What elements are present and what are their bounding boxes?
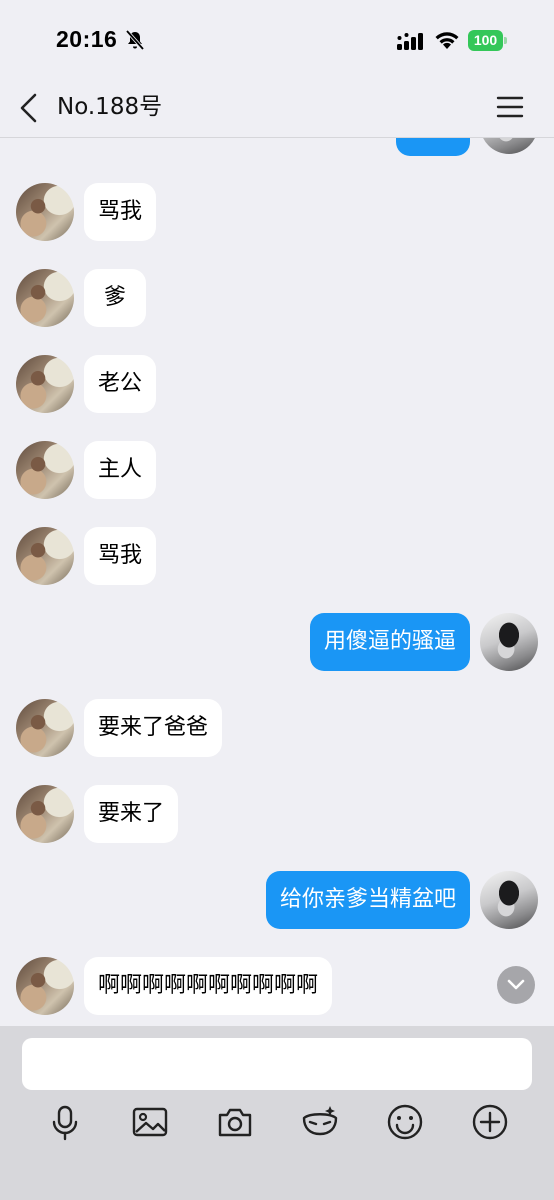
voice-button[interactable] <box>45 1102 85 1142</box>
camera-button[interactable] <box>215 1102 255 1142</box>
avatar[interactable] <box>16 355 74 413</box>
avatar[interactable] <box>16 699 74 757</box>
status-bar: 20:16 100 <box>0 0 554 80</box>
message-input[interactable] <box>22 1038 532 1090</box>
avatar[interactable] <box>16 183 74 241</box>
message-bubble[interactable]: 爹 <box>84 269 147 327</box>
avatar[interactable] <box>16 785 74 843</box>
message-bubble[interactable]: 给你亲爹当精盆吧 <box>265 871 470 929</box>
message-bubble-partial[interactable] <box>396 138 470 156</box>
input-bar <box>0 1026 554 1200</box>
message-bubble[interactable]: 要来了爸爸 <box>84 699 223 757</box>
emoji-icon <box>387 1104 423 1140</box>
plus-icon <box>472 1104 508 1140</box>
avatar[interactable] <box>16 957 74 1015</box>
message-bubble[interactable]: 骂我 <box>84 527 157 585</box>
back-icon[interactable] <box>16 92 42 124</box>
menu-icon[interactable] <box>496 95 524 119</box>
avatar[interactable] <box>16 269 74 327</box>
message-bubble[interactable]: 主人 <box>84 441 157 499</box>
chat-area[interactable]: 骂我 爹 老公 主人 骂我 用傻逼的骚逼 要来了爸爸 要来了 给你亲爹当精盆吧 … <box>0 138 554 1026</box>
message-bubble[interactable]: 老公 <box>84 355 157 413</box>
message-bubble[interactable]: 啊啊啊啊啊啊啊啊啊啊 <box>84 957 333 1015</box>
microphone-icon <box>52 1105 78 1141</box>
nav-bar: No.188号 <box>0 80 554 138</box>
avatar[interactable] <box>16 527 74 585</box>
chat-title: No.188号 <box>57 94 163 120</box>
message-bubble[interactable]: 要来了 <box>84 785 179 843</box>
battery-level: 100 <box>468 30 503 51</box>
chevron-down-icon <box>507 979 525 990</box>
wifi-icon <box>435 32 459 49</box>
battery-indicator: 100 <box>468 30 507 51</box>
cellular-signal-icon <box>397 33 423 50</box>
bell-muted-icon <box>125 29 145 51</box>
message-bubble[interactable]: 骂我 <box>84 183 157 241</box>
avatar[interactable] <box>480 138 538 154</box>
scroll-to-bottom-button[interactable] <box>497 966 535 1004</box>
camera-icon <box>218 1108 252 1137</box>
gallery-button[interactable] <box>130 1102 170 1142</box>
image-icon <box>132 1107 168 1137</box>
mask-icon <box>302 1106 338 1136</box>
avatar[interactable] <box>480 871 538 929</box>
more-button[interactable] <box>470 1102 510 1142</box>
avatar[interactable] <box>480 613 538 671</box>
avatar[interactable] <box>16 441 74 499</box>
mask-button[interactable] <box>300 1102 340 1142</box>
emoji-button[interactable] <box>385 1102 425 1142</box>
message-bubble[interactable]: 用傻逼的骚逼 <box>309 613 470 671</box>
status-time: 20:16 <box>56 26 118 52</box>
battery-cap <box>504 37 507 44</box>
